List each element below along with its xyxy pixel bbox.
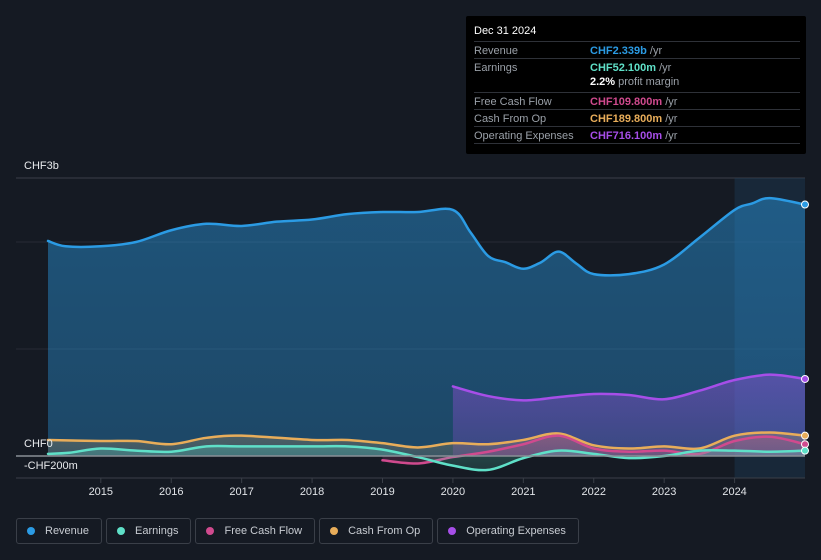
x-tick-label: 2022 <box>582 486 606 498</box>
legend-item-operating-expenses[interactable]: Operating Expenses <box>437 518 579 544</box>
tooltip-value: CHF52.100m /yr <box>590 62 671 74</box>
y-axis-negative-label: -CHF200m <box>24 460 78 472</box>
chart-legend: Revenue Earnings Free Cash Flow Cash Fro… <box>16 518 579 544</box>
tooltip-row-revenue: Revenue CHF2.339b /yr <box>474 41 800 59</box>
tooltip-unit: /yr <box>656 62 672 74</box>
tooltip-label: Cash From Op <box>474 113 547 125</box>
y-axis-top-label: CHF3b <box>24 160 59 172</box>
legend-label: Cash From Op <box>348 525 421 537</box>
tooltip-value: CHF109.800m /yr <box>590 96 677 108</box>
tooltip-unit: /yr <box>662 130 678 142</box>
tooltip-label: Earnings <box>474 62 518 74</box>
operating-expenses-end-marker <box>801 374 809 383</box>
tooltip-divider <box>474 143 800 144</box>
legend-label: Operating Expenses <box>466 525 566 537</box>
legend-item-cash-from-op[interactable]: Cash From Op <box>319 518 434 544</box>
tooltip-date: Dec 31 2024 <box>474 25 537 37</box>
tooltip-row-free-cash-flow: Free Cash Flow CHF109.800m /yr <box>474 92 800 110</box>
x-tick-label: 2021 <box>511 486 535 498</box>
legend-label: Earnings <box>135 525 179 537</box>
x-tick-label: 2019 <box>370 486 394 498</box>
profit-margin-label: profit margin <box>615 76 680 88</box>
tooltip-value: CHF716.100m /yr <box>590 130 677 142</box>
tooltip-label: Free Cash Flow <box>474 96 552 108</box>
revenue-end-marker <box>801 200 809 209</box>
x-tick-label: 2020 <box>441 486 465 498</box>
tooltip-value: CHF2.339b /yr <box>590 45 662 57</box>
legend-item-earnings[interactable]: Earnings <box>106 518 192 544</box>
tooltip-unit: /yr <box>662 113 678 125</box>
legend-item-revenue[interactable]: Revenue <box>16 518 103 544</box>
tooltip-value-text: CHF109.800m <box>590 96 663 108</box>
x-tick-label: 2017 <box>229 486 253 498</box>
tooltip-unit: /yr <box>646 45 663 57</box>
legend-dot-icon <box>206 527 215 535</box>
cash-from-op-end-marker <box>801 431 809 440</box>
legend-label: Revenue <box>45 525 90 537</box>
legend-label: Free Cash Flow <box>224 525 303 537</box>
y-axis-zero-label: CHF0 <box>24 438 53 450</box>
x-tick-label: 2023 <box>652 486 676 498</box>
x-tick-label: 2016 <box>159 486 183 498</box>
tooltip-row-operating-expenses: Operating Expenses CHF716.100m /yr <box>474 126 800 144</box>
tooltip-unit: /yr <box>662 96 678 108</box>
tooltip-profit-margin: 2.2% profit margin <box>590 76 679 88</box>
tooltip-value: CHF189.800m /yr <box>590 113 677 125</box>
legend-dot-icon <box>27 527 35 535</box>
tooltip-panel: Dec 31 2024 Revenue CHF2.339b /yr Earnin… <box>466 16 806 154</box>
tooltip-value-text: CHF716.100m <box>590 130 663 142</box>
tooltip-value-text: CHF52.100m <box>590 62 657 74</box>
earnings-end-marker <box>801 446 809 455</box>
tooltip-label: Operating Expenses <box>474 130 574 142</box>
legend-dot-icon <box>117 527 126 535</box>
x-tick-label: 2024 <box>722 486 746 498</box>
x-tick-label: 2018 <box>300 486 324 498</box>
legend-dot-icon <box>330 527 339 535</box>
tooltip-row-earnings: Earnings CHF52.100m /yr <box>474 58 800 76</box>
tooltip-label: Revenue <box>474 45 519 57</box>
tooltip-row-cash-from-op: Cash From Op CHF189.800m /yr <box>474 109 800 127</box>
tooltip-value-text: CHF189.800m <box>590 113 663 125</box>
profit-margin-value: 2.2% <box>590 76 616 88</box>
tooltip-value-text: CHF2.339b <box>590 45 647 57</box>
legend-dot-icon <box>448 527 457 535</box>
legend-item-free-cash-flow[interactable]: Free Cash Flow <box>195 518 316 544</box>
x-tick-label: 2015 <box>89 486 113 498</box>
